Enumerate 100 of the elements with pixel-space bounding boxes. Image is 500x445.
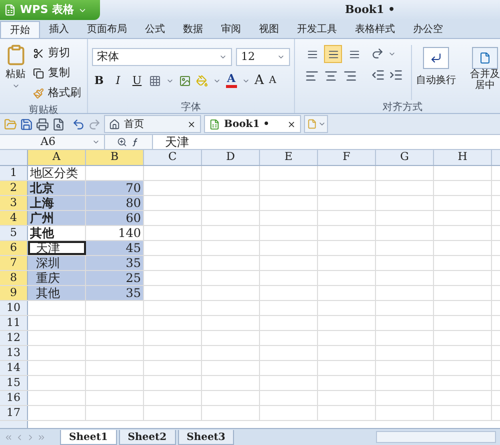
paint-bucket-icon xyxy=(196,74,208,87)
document-tab[interactable]: 首页 xyxy=(104,115,201,133)
column-header[interactable]: E xyxy=(260,150,318,165)
bold-button[interactable]: B xyxy=(92,72,106,89)
spreadsheet-icon xyxy=(4,4,16,16)
column-header[interactable]: F xyxy=(318,150,376,165)
ribbon-tab[interactable]: 开始 xyxy=(0,21,40,38)
column-header[interactable]: G xyxy=(376,150,434,165)
sheet-tab[interactable]: Sheet2 xyxy=(118,430,176,444)
grow-font-button[interactable]: A xyxy=(254,71,264,90)
table-cell: 重庆 xyxy=(28,271,86,285)
row-header[interactable]: 13 xyxy=(0,346,28,360)
row-header[interactable]: 5 xyxy=(0,226,28,240)
font-size-field[interactable]: 12 xyxy=(236,48,290,66)
close-icon xyxy=(187,120,196,128)
window-title: Book1 • xyxy=(344,2,396,18)
last-sheet-icon[interactable] xyxy=(37,432,46,442)
row-header[interactable]: 6 xyxy=(0,241,28,255)
border-icon xyxy=(149,74,161,87)
row-header[interactable] xyxy=(0,421,28,428)
wrap-text-button[interactable]: 自动换行 xyxy=(411,45,460,100)
underline-button[interactable]: U xyxy=(130,72,144,89)
caret-icon xyxy=(219,53,227,61)
formula-input[interactable]: 天津 xyxy=(153,135,500,149)
ribbon-tab[interactable]: 审阅 xyxy=(212,21,250,38)
close-icon xyxy=(287,120,296,128)
name-box[interactable]: A6 xyxy=(0,135,105,149)
document-tab[interactable]: Book1 • xyxy=(204,115,301,133)
column-header[interactable]: B xyxy=(86,150,144,165)
table-cell: 其他 xyxy=(28,226,86,240)
sheet-tab[interactable]: Sheet3 xyxy=(178,430,234,444)
ribbon-tab[interactable]: 表格样式 xyxy=(346,21,404,38)
undo-icon[interactable] xyxy=(72,118,85,130)
cut-button[interactable]: 剪切 xyxy=(31,43,83,63)
horizontal-scrollbar[interactable] xyxy=(376,431,496,443)
document-icon xyxy=(479,52,491,64)
italic-button[interactable]: I xyxy=(111,72,125,89)
table-cell: 地区分类 xyxy=(28,166,86,180)
row-header[interactable]: 12 xyxy=(0,331,28,345)
first-sheet-icon[interactable] xyxy=(4,432,13,442)
row-header[interactable]: 1 xyxy=(0,166,28,180)
format-painter-button[interactable]: 格式刷 xyxy=(31,83,83,103)
vertical-align-button[interactable] xyxy=(324,45,342,63)
ribbon-tab[interactable]: 公式 xyxy=(136,21,174,38)
row-header[interactable]: 17 xyxy=(0,406,28,420)
row-header[interactable]: 4 xyxy=(0,211,28,225)
ribbon-tab[interactable]: 办公空 xyxy=(404,21,452,38)
row-header[interactable]: 10 xyxy=(0,301,28,315)
row-header[interactable]: 2 xyxy=(0,181,28,195)
font-name-field[interactable]: 宋体 xyxy=(92,48,232,66)
ribbon-tab[interactable]: 开发工具 xyxy=(288,21,346,38)
font-color-button[interactable]: A xyxy=(226,73,237,88)
scissors-icon xyxy=(33,48,44,58)
table-cell: 70 xyxy=(86,181,144,195)
group-label: 剪贴板 xyxy=(28,104,60,116)
row-header[interactable]: 7 xyxy=(0,256,28,270)
column-header[interactable]: A xyxy=(28,150,86,165)
align-right-icon xyxy=(342,69,358,83)
copy-icon xyxy=(33,68,44,78)
document-icon xyxy=(306,119,316,129)
align-left-icon xyxy=(304,69,320,83)
row-header[interactable]: 3 xyxy=(0,196,28,210)
paste-button[interactable]: 粘贴 xyxy=(4,43,27,103)
column-header[interactable]: H xyxy=(434,150,492,165)
shrink-font-button[interactable]: A xyxy=(268,73,276,88)
caret-icon xyxy=(12,82,20,90)
print-icon[interactable] xyxy=(36,118,49,130)
previous-sheet-icon[interactable] xyxy=(15,432,24,442)
row-header[interactable]: 8 xyxy=(0,271,28,285)
ribbon-tab[interactable]: 数据 xyxy=(174,21,212,38)
row-header[interactable]: 15 xyxy=(0,376,28,390)
align-icon xyxy=(306,48,318,60)
next-sheet-icon[interactable] xyxy=(26,432,35,442)
row-header[interactable]: 9 xyxy=(0,286,28,300)
table-cell: 80 xyxy=(86,196,144,210)
spreadsheet-icon xyxy=(209,118,220,130)
table-cell: 其他 xyxy=(28,286,86,300)
row-header[interactable]: 16 xyxy=(0,391,28,405)
ribbon-tab[interactable]: 插入 xyxy=(40,21,78,38)
table-cell: 45 xyxy=(86,241,144,255)
copy-button[interactable]: 复制 xyxy=(31,63,83,83)
ribbon-tab[interactable]: 页面布局 xyxy=(78,21,136,38)
indent-decrease-icon xyxy=(371,68,385,82)
table-cell: 60 xyxy=(86,211,144,225)
row-header[interactable]: 14 xyxy=(0,361,28,375)
group-label: 字体 xyxy=(180,100,202,113)
function-icon[interactable] xyxy=(131,137,140,147)
group-label: 对齐方式 xyxy=(382,100,424,113)
save-icon[interactable] xyxy=(20,118,33,130)
column-header[interactable]: D xyxy=(202,150,260,165)
zoom-icon[interactable] xyxy=(117,137,127,147)
column-header[interactable]: C xyxy=(144,150,202,165)
table-cell: 北京 xyxy=(28,181,86,195)
sheet-tab[interactable]: Sheet1 xyxy=(60,430,117,444)
row-header[interactable]: 11 xyxy=(0,316,28,330)
print-preview-icon[interactable] xyxy=(52,118,65,130)
merge-center-button[interactable]: 合并及居中 xyxy=(468,45,500,100)
ribbon-tab[interactable]: 视图 xyxy=(250,21,288,38)
new-document-button[interactable] xyxy=(304,115,328,133)
caret-icon xyxy=(318,120,326,128)
